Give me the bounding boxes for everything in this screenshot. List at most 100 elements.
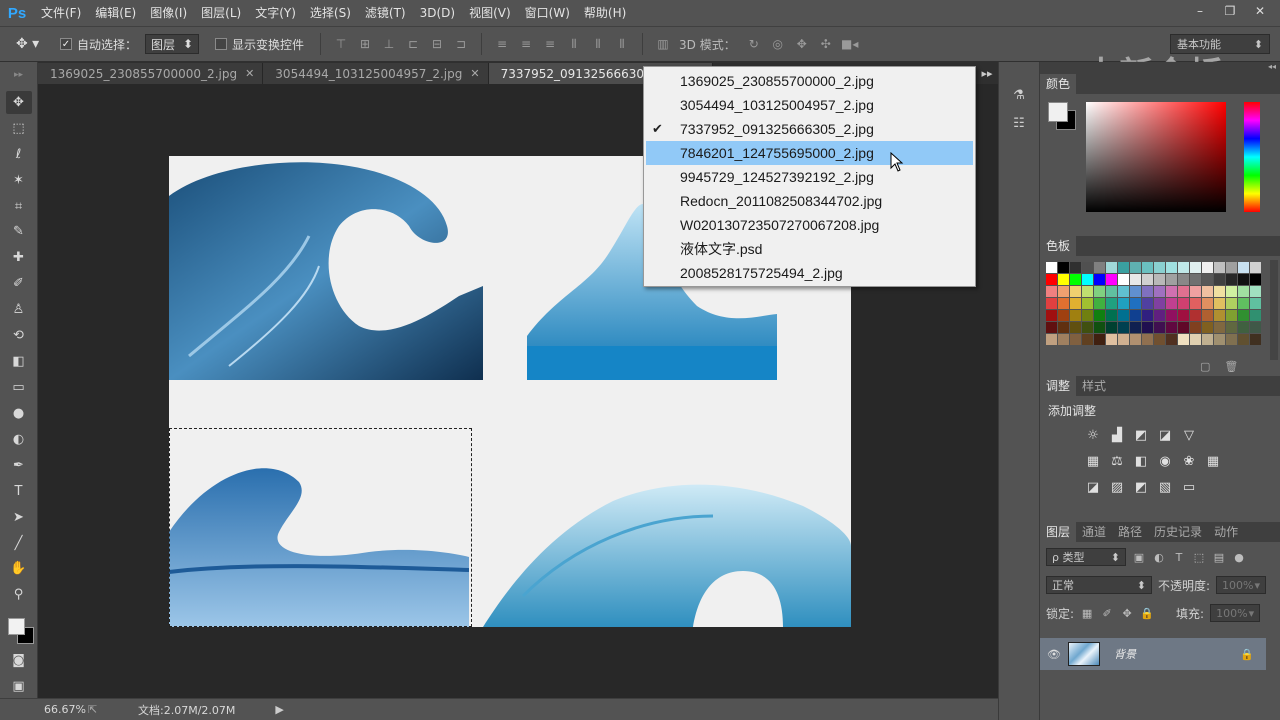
swatch[interactable] (1154, 322, 1165, 333)
distribute-top-icon[interactable]: ≡ (493, 35, 511, 53)
eyedropper-tool-icon[interactable]: ✎ (6, 221, 32, 244)
swatch[interactable] (1142, 286, 1153, 297)
swatch[interactable] (1250, 262, 1261, 273)
workspace-dropdown[interactable]: 基本功能 ⬍ (1170, 34, 1270, 54)
filter-toggle-icon[interactable]: ● (1232, 551, 1246, 564)
magic-wand-tool-icon[interactable]: ✶ (6, 169, 32, 192)
align-left-icon[interactable]: ⊏ (404, 35, 422, 53)
swatch[interactable] (1202, 310, 1213, 321)
swatch[interactable] (1142, 298, 1153, 309)
swatch[interactable] (1106, 274, 1117, 285)
3d-scale-icon[interactable]: ■◂ (841, 35, 859, 53)
gradient-tool-icon[interactable]: ▭ (6, 376, 32, 399)
dodge-tool-icon[interactable]: ◐ (6, 428, 32, 451)
export-icon[interactable]: ⇱ (88, 703, 106, 716)
menu-item-document[interactable]: ✔ 7337952_091325666305_2.jpg (644, 117, 975, 141)
swatch[interactable] (1070, 286, 1081, 297)
hue-saturation-icon[interactable]: ▦ (1084, 452, 1102, 470)
close-icon[interactable]: ✕ (245, 67, 254, 80)
swatch[interactable] (1226, 274, 1237, 285)
swatch[interactable] (1082, 286, 1093, 297)
swatch[interactable] (1166, 286, 1177, 297)
vibrance-icon[interactable]: ▽ (1180, 426, 1198, 444)
3d-pan-icon[interactable]: ✥ (793, 35, 811, 53)
brush-tool-icon[interactable]: ✐ (6, 272, 32, 295)
swatch[interactable] (1178, 274, 1189, 285)
filter-smart-object-icon[interactable]: ▤ (1212, 551, 1226, 564)
eye-icon[interactable]: 👁 (1040, 648, 1068, 661)
swatch[interactable] (1082, 298, 1093, 309)
swatch[interactable] (1214, 274, 1225, 285)
swatch[interactable] (1214, 334, 1225, 345)
doc-tab-1[interactable]: 1369025_230855700000_2.jpg ✕ (38, 63, 264, 84)
distribute-vcenter-icon[interactable]: ≡ (517, 35, 535, 53)
menu-item-document[interactable]: 液体文字.psd (644, 237, 975, 261)
menu-item-document[interactable]: 2008528175725494_2.jpg (644, 261, 975, 285)
blur-tool-icon[interactable]: ● (6, 402, 32, 425)
threshold-icon[interactable]: ◩ (1132, 478, 1150, 496)
tab-paths[interactable]: 路径 (1112, 522, 1148, 542)
eraser-tool-icon[interactable]: ◧ (6, 350, 32, 373)
tab-adjustments[interactable]: 调整 (1040, 376, 1077, 396)
healing-brush-tool-icon[interactable]: ✚ (6, 246, 32, 269)
swatch[interactable] (1106, 334, 1117, 345)
swatch[interactable] (1094, 286, 1105, 297)
swatch[interactable] (1166, 334, 1177, 345)
swatch[interactable] (1154, 286, 1165, 297)
menu-view[interactable]: 视图(V) (462, 0, 518, 26)
swatch[interactable] (1166, 310, 1177, 321)
swatch[interactable] (1202, 322, 1213, 333)
swatch[interactable] (1118, 274, 1129, 285)
swatch[interactable] (1238, 274, 1249, 285)
menu-item-document[interactable]: Redocn_2011082508344702.jpg (644, 189, 975, 213)
swatch[interactable] (1058, 322, 1069, 333)
align-vcenter-icon[interactable]: ⊞ (356, 35, 374, 53)
swatch[interactable] (1130, 334, 1141, 345)
tab-actions[interactable]: 动作 (1208, 522, 1244, 542)
zoom-level[interactable]: 66.67% (44, 703, 88, 716)
doc-tab-2[interactable]: 3054494_103125004957_2.jpg ✕ (263, 63, 489, 84)
swatch[interactable] (1214, 298, 1225, 309)
swatch[interactable] (1046, 286, 1057, 297)
hue-slider[interactable] (1244, 102, 1260, 212)
swatch[interactable] (1058, 286, 1069, 297)
swatch[interactable] (1190, 310, 1201, 321)
swatch[interactable] (1046, 298, 1057, 309)
swatch[interactable] (1226, 322, 1237, 333)
channel-mixer-icon[interactable]: ❀ (1180, 452, 1198, 470)
auto-select-checkbox[interactable]: ✓ (60, 38, 72, 50)
swatch[interactable] (1190, 274, 1201, 285)
swatch[interactable] (1238, 310, 1249, 321)
selective-color-icon[interactable]: ▧ (1156, 478, 1174, 496)
swatch[interactable] (1178, 262, 1189, 273)
zoom-tool-icon[interactable]: ⚲ (6, 583, 32, 606)
posterize-icon[interactable]: ▨ (1108, 478, 1126, 496)
swatch[interactable] (1082, 274, 1093, 285)
restore-button[interactable]: ❐ (1216, 2, 1244, 20)
panel-collapse-icon[interactable]: ▸▸ (0, 62, 38, 88)
swatch[interactable] (1082, 262, 1093, 273)
menu-item-document[interactable]: 1369025_230855700000_2.jpg (644, 69, 975, 93)
swatch[interactable] (1202, 262, 1213, 273)
path-selection-tool-icon[interactable]: ➤ (6, 506, 32, 529)
swatch[interactable] (1070, 322, 1081, 333)
swatch[interactable] (1250, 334, 1261, 345)
marquee-tool-icon[interactable]: ⬚ (6, 117, 32, 140)
swatch[interactable] (1190, 334, 1201, 345)
gradient-map-icon[interactable]: ▭ (1180, 478, 1198, 496)
swatch[interactable] (1070, 310, 1081, 321)
tab-overflow-icon[interactable]: ▸▸ (978, 62, 996, 84)
screen-mode-icon[interactable]: ▣ (6, 675, 32, 698)
tab-color[interactable]: 颜色 (1040, 74, 1077, 94)
swatch[interactable] (1154, 298, 1165, 309)
swatch[interactable] (1202, 334, 1213, 345)
swatch[interactable] (1142, 262, 1153, 273)
3d-rotate-icon[interactable]: ↻ (745, 35, 763, 53)
crop-tool-icon[interactable]: ⌗ (6, 195, 32, 218)
menu-select[interactable]: 选择(S) (303, 0, 358, 26)
photo-filter-icon[interactable]: ◉ (1156, 452, 1174, 470)
swatch[interactable] (1118, 286, 1129, 297)
tab-swatches[interactable]: 色板 (1040, 236, 1077, 256)
filter-shape-icon[interactable]: ⬚ (1192, 551, 1206, 564)
swatch[interactable] (1106, 298, 1117, 309)
